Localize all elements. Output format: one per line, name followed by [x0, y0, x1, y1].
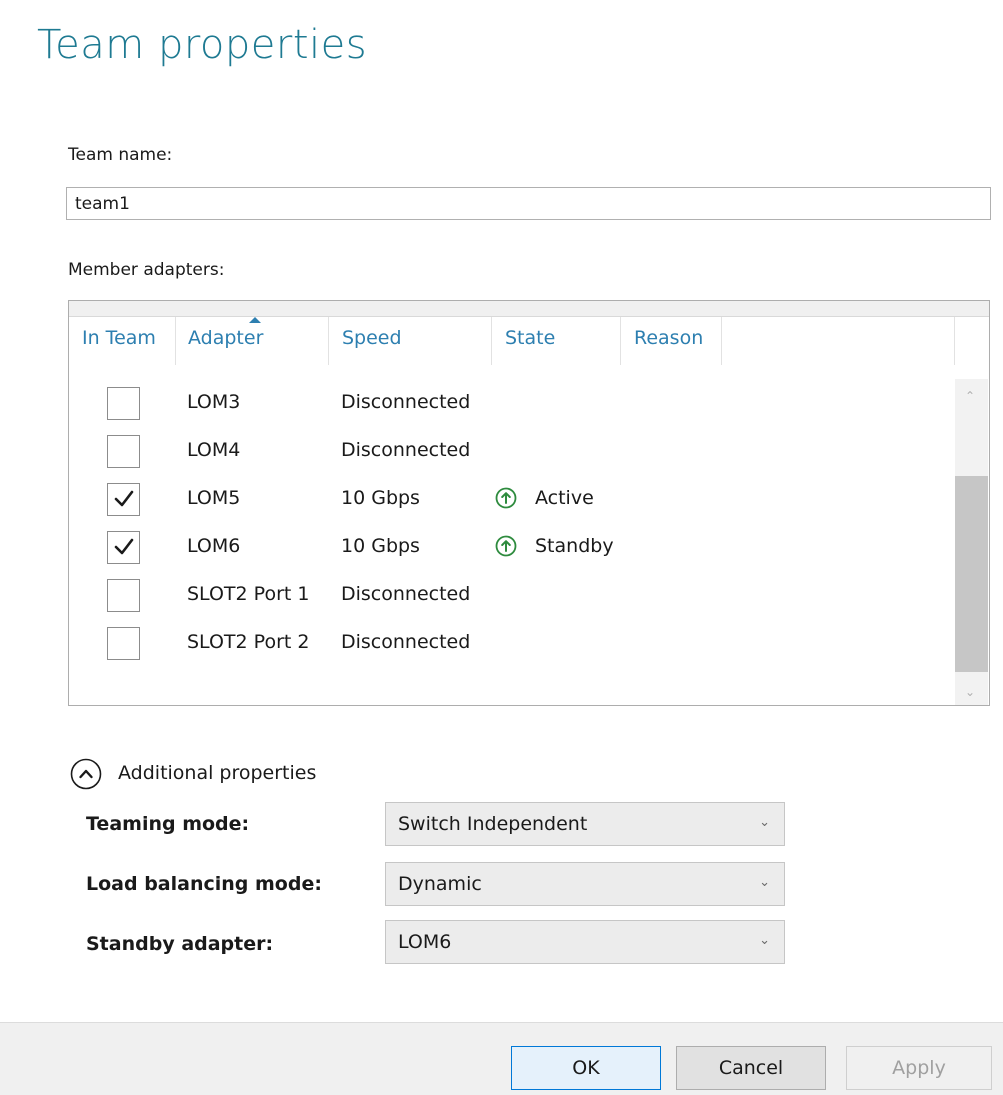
in-team-checkbox[interactable]	[107, 579, 140, 612]
adapter-name: SLOT2 Port 1	[187, 583, 310, 605]
team-name-label: Team name:	[68, 145, 173, 165]
teaming-mode-select[interactable]: Switch Independent ⌄	[385, 802, 785, 846]
column-header-adapter[interactable]: Adapter	[188, 327, 263, 349]
column-header-reason[interactable]: Reason	[634, 327, 703, 349]
sort-ascending-icon	[249, 317, 261, 323]
apply-button[interactable]: Apply	[846, 1046, 992, 1090]
adapter-speed: Disconnected	[341, 631, 471, 653]
additional-properties-label: Additional properties	[118, 762, 317, 784]
list-scrollbar[interactable]: ⌃ ⌄	[955, 379, 988, 705]
checkmark-icon	[114, 538, 134, 555]
arrow-up-circle-icon	[495, 487, 517, 509]
column-separator[interactable]	[175, 317, 176, 365]
checkmark-icon	[114, 490, 134, 507]
in-team-checkbox[interactable]	[107, 627, 140, 660]
dialog-title: Team properties	[37, 22, 368, 68]
adapter-state: Standby	[535, 535, 614, 557]
adapter-speed: Disconnected	[341, 439, 471, 461]
scrollbar-thumb[interactable]	[955, 476, 988, 672]
adapter-state: Active	[535, 487, 594, 509]
adapter-speed: 10 Gbps	[341, 487, 420, 509]
standby-adapter-label: Standby adapter:	[86, 933, 274, 955]
adapter-row-lom5[interactable]: LOM5 10 Gbps Active	[69, 477, 955, 525]
standby-adapter-value: LOM6	[398, 931, 452, 953]
adapter-row-lom6[interactable]: LOM6 10 Gbps Standby	[69, 525, 955, 573]
standby-adapter-select[interactable]: LOM6 ⌄	[385, 920, 785, 964]
adapter-row-slot2-port1[interactable]: SLOT2 Port 1 Disconnected	[69, 573, 955, 621]
member-adapters-label: Member adapters:	[68, 260, 225, 280]
cancel-button[interactable]: Cancel	[676, 1046, 826, 1090]
member-adapters-list: In Team Adapter Speed State Reason LOM3 …	[68, 300, 990, 706]
load-balancing-mode-select[interactable]: Dynamic ⌄	[385, 862, 785, 906]
adapter-row-lom3[interactable]: LOM3 Disconnected	[69, 381, 955, 429]
chevron-down-icon: ⌄	[759, 815, 770, 830]
load-balancing-mode-value: Dynamic	[398, 873, 482, 895]
adapter-speed: Disconnected	[341, 583, 471, 605]
chevron-down-icon: ⌄	[759, 875, 770, 890]
column-separator[interactable]	[328, 317, 329, 365]
column-header-state[interactable]: State	[505, 327, 555, 349]
adapter-row-slot2-port2[interactable]: SLOT2 Port 2 Disconnected	[69, 621, 955, 669]
adapter-name: LOM4	[187, 439, 241, 461]
team-name-input[interactable]	[66, 187, 991, 220]
load-balancing-mode-label: Load balancing mode:	[86, 873, 322, 895]
adapter-row-lom4[interactable]: LOM4 Disconnected	[69, 429, 955, 477]
adapter-name: LOM6	[187, 535, 241, 557]
arrow-up-circle-icon	[495, 535, 517, 557]
adapter-name: LOM5	[187, 487, 241, 509]
scroll-up-icon[interactable]: ⌃	[965, 389, 975, 403]
column-separator[interactable]	[721, 317, 722, 365]
column-separator[interactable]	[491, 317, 492, 365]
chevron-up-circle-icon	[70, 758, 102, 790]
adapter-name: SLOT2 Port 2	[187, 631, 310, 653]
ok-button[interactable]: OK	[511, 1046, 661, 1090]
list-top-bar	[69, 301, 989, 317]
column-header-speed[interactable]: Speed	[342, 327, 402, 349]
teaming-mode-label: Teaming mode:	[86, 813, 250, 835]
adapter-name: LOM3	[187, 391, 241, 413]
in-team-checkbox[interactable]	[107, 435, 140, 468]
column-separator[interactable]	[620, 317, 621, 365]
teaming-mode-value: Switch Independent	[398, 813, 588, 835]
chevron-down-icon: ⌄	[759, 933, 770, 948]
adapter-speed: 10 Gbps	[341, 535, 420, 557]
column-header-in-team[interactable]: In Team	[82, 327, 156, 349]
in-team-checkbox[interactable]	[107, 387, 140, 420]
in-team-checkbox[interactable]	[107, 531, 140, 564]
adapter-speed: Disconnected	[341, 391, 471, 413]
column-separator	[954, 317, 955, 365]
scroll-down-icon[interactable]: ⌄	[965, 685, 975, 699]
in-team-checkbox[interactable]	[107, 483, 140, 516]
